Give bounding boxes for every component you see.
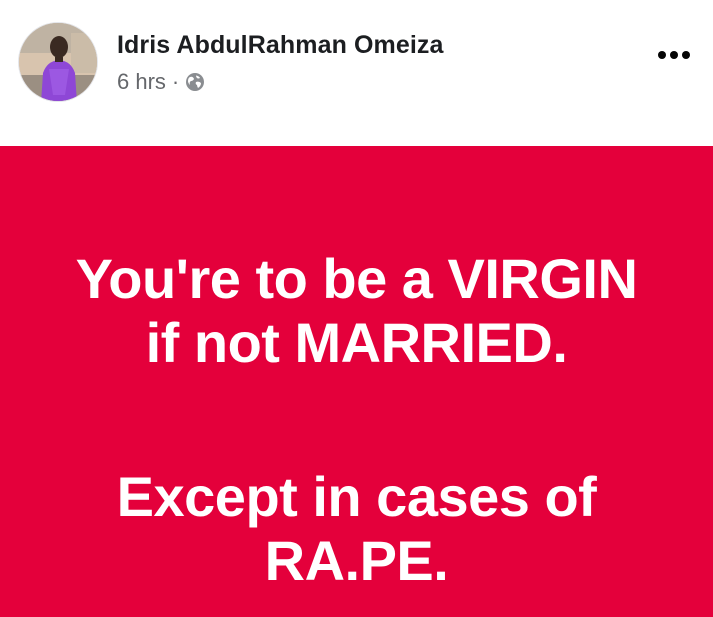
avatar-photo-icon bbox=[19, 23, 97, 101]
author-name[interactable]: Idris AbdulRahman Omeiza bbox=[117, 31, 444, 60]
facebook-post: Idris AbdulRahman Omeiza 6 hrs · You're … bbox=[0, 0, 713, 617]
globe-icon[interactable] bbox=[185, 72, 205, 92]
author-avatar[interactable] bbox=[18, 22, 98, 102]
more-options-button[interactable] bbox=[654, 40, 694, 70]
post-text-line: if not MARRIED. bbox=[145, 311, 568, 374]
more-options-icon bbox=[658, 51, 690, 59]
post-text-paragraph-2: Except in cases of RA.PE. bbox=[0, 465, 713, 593]
post-body-background: You're to be a VIRGIN if not MARRIED. Ex… bbox=[0, 146, 713, 617]
post-text-paragraph-1: You're to be a VIRGIN if not MARRIED. bbox=[0, 247, 713, 375]
meta-separator: · bbox=[171, 69, 180, 94]
post-timestamp[interactable]: 6 hrs bbox=[117, 69, 166, 95]
post-text-line: Except in cases of bbox=[116, 465, 597, 528]
post-meta: 6 hrs · bbox=[117, 68, 205, 96]
post-text-line: You're to be a VIRGIN bbox=[75, 247, 638, 310]
post-text-line: RA.PE. bbox=[264, 529, 449, 592]
post-header: Idris AbdulRahman Omeiza 6 hrs · bbox=[0, 0, 713, 146]
